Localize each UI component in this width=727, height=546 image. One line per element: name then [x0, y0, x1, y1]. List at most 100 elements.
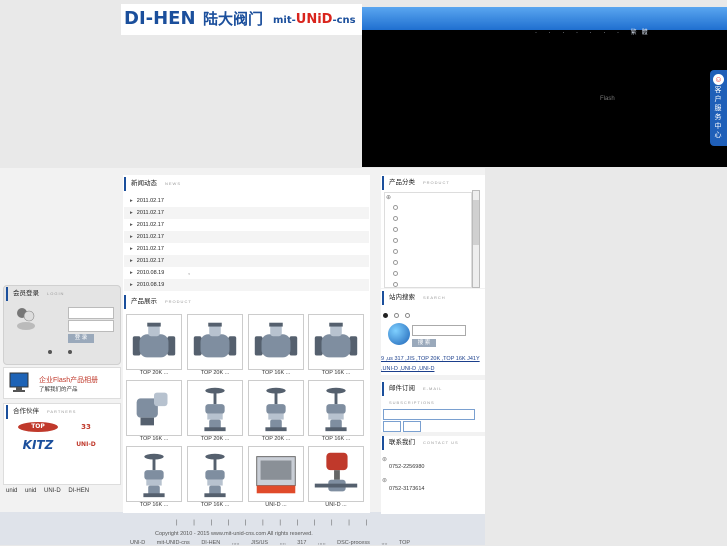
monitor-icon — [7, 370, 31, 394]
scrollbar-thumb[interactable] — [473, 200, 479, 245]
product-caption[interactable]: TOP 20K ... — [185, 370, 245, 376]
radio-dot-1[interactable] — [48, 350, 52, 354]
subscribe-button[interactable] — [383, 421, 401, 432]
search-radio-1[interactable] — [383, 313, 388, 318]
valve-image — [254, 322, 298, 358]
product-thumbnail[interactable] — [248, 380, 304, 436]
friend-link[interactable]: DI-HEN — [68, 488, 89, 494]
bullet-arrow-icon: ▸ — [130, 282, 133, 288]
tree-node-icon[interactable] — [393, 282, 398, 287]
news-item[interactable]: ▸ 2011.02.17 — [124, 207, 369, 219]
globe-icon — [388, 323, 410, 345]
product-caption[interactable]: TOP 16K ... — [246, 370, 306, 376]
phone-number-1: 0752-2256980 — [389, 464, 425, 470]
product-thumbnail[interactable] — [187, 314, 243, 370]
unsubscribe-button[interactable] — [403, 421, 421, 432]
news-item[interactable]: ▸ 2010.08.19 — [124, 279, 369, 291]
product-thumbnail[interactable] — [308, 314, 364, 370]
news-text[interactable]: , — [188, 270, 190, 276]
search-title-text: 站内搜索 — [389, 294, 415, 301]
news-item[interactable]: ▸ 2011.02.17 — [124, 243, 369, 255]
friend-link[interactable]: unid — [25, 488, 36, 494]
partners-subtitle: PARTNERS — [47, 409, 77, 414]
news-date: 2011.02.17 — [136, 222, 164, 228]
username-input[interactable] — [68, 307, 114, 319]
news-item[interactable]: ▸ 2011.02.17 — [124, 255, 369, 267]
phone-icon: ⊛ — [382, 478, 388, 484]
product-thumbnail[interactable] — [126, 314, 182, 370]
search-subtitle: SEARCH — [423, 295, 446, 300]
customer-service-label: 客户服务中心 — [714, 87, 722, 139]
email-field[interactable] — [383, 409, 475, 420]
product-caption[interactable]: TOP 20K ... — [124, 370, 184, 376]
tree-node-icon[interactable] — [393, 205, 398, 210]
news-item[interactable]: ▸ 2011.02.17 — [124, 219, 369, 231]
promo-line1[interactable]: 企业Flash产品相册 — [39, 375, 98, 385]
nav-links[interactable]: · · · · · · · 繁體 — [535, 27, 653, 36]
search-button[interactable]: 搜 索 — [412, 339, 436, 347]
bullet-arrow-icon: ▸ — [130, 246, 133, 252]
partner-logo-unid[interactable]: UNI-D — [66, 440, 106, 450]
news-title: 新闻动态 NEWS — [124, 177, 369, 191]
hot-keywords[interactable]: 9 ,us 317 ,JIS ,TOP 20K ,TOP 16K J41Y ,U… — [381, 354, 484, 374]
password-input[interactable] — [68, 320, 114, 332]
news-date: 2011.02.17 — [136, 198, 164, 204]
product-thumbnail[interactable] — [126, 446, 182, 502]
valve-image — [314, 452, 358, 492]
friend-link[interactable]: UNI-D — [44, 488, 61, 494]
tree-node-icon[interactable] — [393, 216, 398, 221]
product-thumbnail[interactable] — [126, 380, 182, 436]
mail-title-text: 邮件订阅 — [389, 385, 415, 392]
products-title-text: 产品展示 — [131, 298, 157, 305]
product-caption[interactable]: TOP 16K ... — [185, 502, 245, 508]
tree-node-icon[interactable] — [393, 227, 398, 232]
product-thumbnail[interactable] — [187, 380, 243, 436]
product-caption[interactable]: TOP 16K ... — [124, 436, 184, 442]
logo-unid-mark: UNiD — [295, 12, 333, 27]
news-date: 2010.08.19 — [136, 270, 165, 276]
chat-icon: ☺ — [713, 74, 724, 85]
copyright: Copyright 2010 - 2015 www.mit-unid-cns.c… — [155, 531, 313, 537]
contact-title: 联系我们 CONTACT US — [382, 436, 482, 450]
news-item[interactable]: ▸ 2011.02.17 — [124, 195, 369, 207]
login-button[interactable]: 登 录 — [68, 334, 94, 343]
product-caption[interactable]: TOP 20K ... — [246, 436, 306, 442]
product-caption[interactable]: UNI-D ... — [246, 502, 306, 508]
news-item[interactable]: ▸ 2011.02.17 — [124, 231, 369, 243]
search-radio-3[interactable] — [405, 313, 410, 318]
footer-links[interactable]: UNI-D mit-UNID-cns DI-HEN ,,,,, JIS/US ,… — [130, 540, 410, 546]
partner-logo-kitz[interactable]: KITZ — [18, 438, 58, 452]
friend-links: unid unid UNI-D DI-HEN — [6, 488, 89, 494]
tree-node-icon[interactable] — [393, 238, 398, 243]
footer-nav-separators[interactable]: | | | | | | | | | | | | — [176, 520, 374, 526]
product-thumbnail[interactable] — [308, 380, 364, 436]
valve-image — [325, 387, 347, 432]
product-caption[interactable]: TOP 16K ... — [124, 502, 184, 508]
logo-unid: mit-UNiD-cns — [273, 12, 356, 27]
radio-dot-2[interactable] — [68, 350, 72, 354]
valve-image — [314, 322, 358, 358]
product-caption[interactable]: UNI-D ... — [306, 502, 366, 508]
news-date: 2011.02.17 — [136, 234, 164, 240]
logo-dihen[interactable]: DI-HEN — [124, 8, 196, 29]
product-thumbnail[interactable] — [248, 446, 304, 502]
tree-node-icon[interactable] — [393, 260, 398, 265]
partner-logo-33[interactable]: 33 — [66, 422, 106, 432]
search-input[interactable] — [412, 325, 466, 336]
friend-link[interactable]: unid — [6, 488, 17, 494]
product-caption[interactable]: TOP 16K ... — [306, 436, 366, 442]
tree-node-icon[interactable] — [393, 271, 398, 276]
product-thumbnail[interactable] — [187, 446, 243, 502]
contact-subtitle: CONTACT US — [423, 440, 459, 445]
news-date: 2010.08.19 — [136, 282, 165, 288]
product-caption[interactable]: TOP 20K ... — [185, 436, 245, 442]
news-item[interactable]: ▸ 2010.08.19, — [124, 267, 369, 279]
product-thumbnail[interactable] — [248, 314, 304, 370]
search-radio-2[interactable] — [394, 313, 399, 318]
partner-logo-top[interactable]: TOP — [18, 422, 58, 432]
tree-node-icon[interactable] — [393, 249, 398, 254]
category-subtitle: PRODUCT — [423, 180, 450, 185]
product-thumbnail[interactable] — [308, 446, 364, 502]
product-caption[interactable]: TOP 16K ... — [306, 370, 366, 376]
news-title-text: 新闻动态 — [131, 180, 157, 187]
